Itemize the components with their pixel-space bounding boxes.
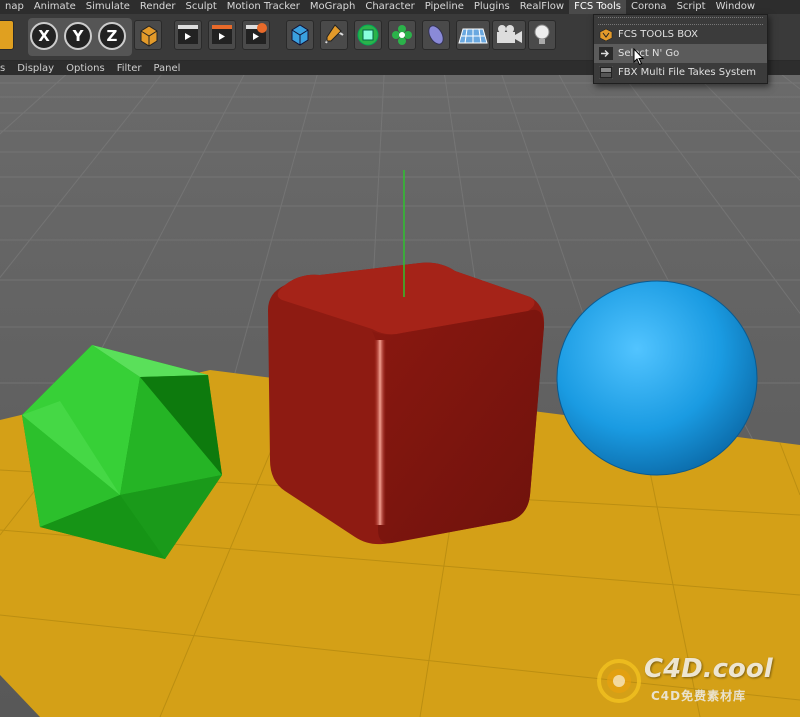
- camera-icon[interactable]: [492, 20, 526, 50]
- viewport-menu-options[interactable]: Options: [60, 63, 111, 74]
- 3d-viewport[interactable]: [0, 75, 800, 717]
- watermark-text: C4D.cool: [644, 654, 773, 684]
- cube-object[interactable]: [268, 262, 545, 545]
- menu-item-plugins[interactable]: Plugins: [469, 0, 515, 14]
- deformer-icon[interactable]: [422, 20, 450, 50]
- menu-item-simulate[interactable]: Simulate: [81, 0, 135, 14]
- dropdown-item-fbx-multi-file[interactable]: FBX Multi File Takes System: [594, 63, 767, 82]
- watermark: C4D.cool C4D免费素材库: [596, 654, 792, 710]
- fbx-icon: [598, 65, 614, 80]
- menu-item-motion-tracker[interactable]: Motion Tracker: [222, 0, 305, 14]
- c4d-cool-logo-icon: [597, 659, 641, 703]
- menu-item-snap[interactable]: nap: [0, 0, 29, 14]
- sphere-object[interactable]: [556, 280, 758, 476]
- x-axis-lock-button[interactable]: X: [30, 22, 58, 50]
- light-icon[interactable]: [528, 20, 556, 50]
- viewport-menu-cameras[interactable]: s: [0, 63, 11, 74]
- viewport-scene: [0, 75, 800, 717]
- menu-item-sculpt[interactable]: Sculpt: [181, 0, 222, 14]
- fcs-toolbox-icon: [599, 28, 613, 42]
- menu-item-pipeline[interactable]: Pipeline: [420, 0, 469, 14]
- dropdown-item-label: FBX Multi File Takes System: [618, 67, 757, 78]
- menu-item-character[interactable]: Character: [360, 0, 419, 14]
- dropdown-item-label: FCS TOOLS BOX: [618, 29, 698, 40]
- main-menubar: nap Animate Simulate Render Sculpt Motio…: [0, 0, 800, 14]
- render-picture-viewer-icon[interactable]: [208, 20, 236, 50]
- cloner-mograph-icon[interactable]: [388, 20, 416, 50]
- menu-item-corona[interactable]: Corona: [626, 0, 672, 14]
- dropdown-item-select-n-go[interactable]: Select N' Go: [594, 44, 767, 63]
- y-axis-lock-button[interactable]: Y: [64, 22, 92, 50]
- cube-object-icon[interactable]: [286, 20, 314, 50]
- render-view-icon[interactable]: [174, 20, 202, 50]
- menu-item-script[interactable]: Script: [672, 0, 711, 14]
- floor-grid-icon[interactable]: [456, 20, 490, 50]
- dropdown-tearoff[interactable]: [598, 17, 763, 25]
- menu-item-realflow[interactable]: RealFlow: [515, 0, 569, 14]
- menu-item-animate[interactable]: Animate: [29, 0, 81, 14]
- render-settings-icon[interactable]: [242, 20, 270, 50]
- dropdown-item-fcs-tools-box[interactable]: FCS TOOLS BOX: [594, 25, 767, 44]
- menu-item-window[interactable]: Window: [711, 0, 760, 14]
- subdivision-surface-icon[interactable]: [354, 20, 382, 50]
- viewport-menu-filter[interactable]: Filter: [111, 63, 148, 74]
- mouse-cursor-icon: [633, 48, 645, 66]
- dropdown-item-label: Select N' Go: [618, 48, 680, 59]
- coordinate-system-icon[interactable]: [134, 20, 162, 50]
- move-tool-icon[interactable]: [0, 20, 14, 50]
- viewport-menu-display[interactable]: Display: [11, 63, 60, 74]
- z-axis-lock-button[interactable]: Z: [98, 22, 126, 50]
- arrow-select-icon: [599, 47, 613, 60]
- menu-item-fcs-tools[interactable]: FCS Tools: [569, 0, 626, 14]
- menu-item-mograph[interactable]: MoGraph: [305, 0, 360, 14]
- pen-spline-icon[interactable]: [320, 20, 348, 50]
- menu-item-render[interactable]: Render: [135, 0, 181, 14]
- fcs-tools-dropdown: FCS TOOLS BOX Select N' Go FBX Multi Fil…: [593, 14, 768, 84]
- watermark-subtext: C4D免费素材库: [651, 689, 747, 703]
- viewport-menu-panel[interactable]: Panel: [147, 63, 186, 74]
